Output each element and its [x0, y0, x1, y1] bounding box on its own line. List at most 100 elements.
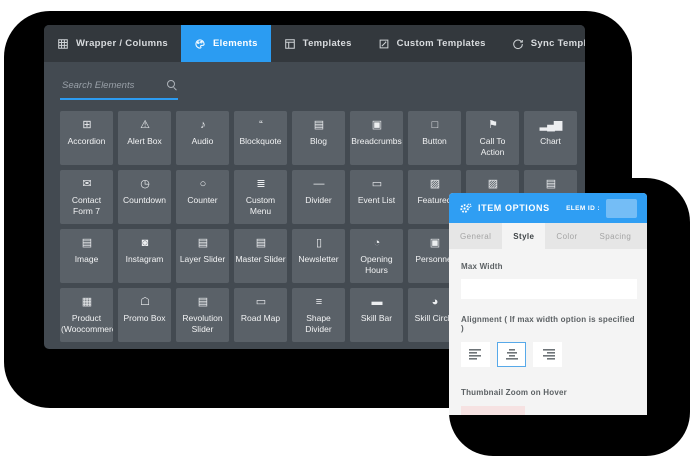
element-tile[interactable]: ✉Contact Form 7	[60, 170, 113, 224]
bookmark-icon: ☖	[140, 295, 149, 309]
stacked-lines-icon: ≡	[316, 295, 321, 309]
element-tile[interactable]: ▤Layer Slider	[176, 229, 229, 283]
search-row	[44, 62, 585, 111]
element-tile-label: Skill Bar	[350, 313, 403, 324]
align-left-icon	[469, 349, 483, 360]
element-tile[interactable]: ▦ Product (Woocommerce)	[60, 288, 113, 342]
align-right-icon	[541, 349, 555, 360]
align-right-button[interactable]	[533, 342, 562, 367]
event-box-icon: ▭	[372, 177, 381, 191]
pie-icon: ◕	[432, 295, 438, 309]
element-tile[interactable]: ▂▄▆Chart	[524, 111, 577, 165]
alignment-label: Alignment ( If max width option is speci…	[461, 315, 635, 333]
element-tile-label: Image	[60, 254, 113, 265]
element-tile-label: Product (Woocommerce)	[60, 313, 113, 335]
element-tile[interactable]: ⊞Accordion	[60, 111, 113, 165]
wrapper-columns-icon	[57, 38, 69, 50]
item-options-panel: ITEM OPTIONS ELEM ID : General Style Col…	[449, 193, 647, 415]
quote-icon: “	[259, 118, 262, 132]
image-diagonal-icon: ▨	[430, 177, 439, 191]
item-options-header: ITEM OPTIONS ELEM ID :	[449, 193, 647, 223]
document-icon: ▯	[316, 236, 321, 250]
element-tile-label: Countdown	[118, 195, 171, 206]
element-tile-label: Revolution Slider	[176, 313, 229, 335]
tab-spacing[interactable]: Spacing	[589, 223, 643, 249]
element-tile-label: Alert Box	[118, 136, 171, 147]
alert-icon: ⚠	[140, 118, 149, 132]
gears-icon	[459, 202, 472, 215]
button-icon: □	[432, 118, 438, 132]
align-left-button[interactable]	[461, 342, 490, 367]
elem-id-input[interactable]	[606, 199, 637, 218]
sync-icon	[512, 38, 524, 50]
cart-icon: ▦	[82, 295, 91, 309]
tab-label: Wrapper / Columns	[76, 38, 168, 49]
custom-templates-icon	[378, 38, 390, 50]
element-tile[interactable]: ▯ Newsletter	[292, 229, 345, 283]
element-tile[interactable]: ⚑ Call To Action	[466, 111, 519, 165]
element-tile-label: Promo Box	[118, 313, 171, 324]
megaphone-icon: ⚑	[488, 118, 497, 132]
element-tile-label: Newsletter	[292, 254, 345, 265]
element-tile-label: Instagram	[118, 254, 171, 265]
tab-elements[interactable]: Elements	[181, 25, 271, 62]
element-tile[interactable]: ☖ Promo Box	[118, 288, 171, 342]
element-tile-label: Opening Hours	[350, 254, 403, 276]
search-input[interactable]	[60, 79, 160, 92]
tab-custom-templates[interactable]: Custom Templates	[365, 25, 499, 62]
element-tile[interactable]: —Divider	[292, 170, 345, 224]
tab-wrapper-columns[interactable]: Wrapper / Columns	[44, 25, 181, 62]
music-note-icon: ♪	[200, 118, 205, 132]
tab-label: Elements	[213, 38, 258, 49]
element-tile[interactable]: ▤ Revolution Slider	[176, 288, 229, 342]
element-tile[interactable]: ▭ Event List	[350, 170, 403, 224]
element-tile[interactable]: ≡ Shape Divider	[292, 288, 345, 342]
item-options-tabs: General Style Color Spacing	[449, 223, 647, 249]
element-tile[interactable]: ▣Breadcrumbs	[350, 111, 403, 165]
element-tile[interactable]: ▤Master Slider	[234, 229, 287, 283]
photo-icon: ▤	[198, 295, 207, 309]
max-width-input[interactable]	[461, 279, 637, 299]
search-icon[interactable]	[167, 80, 178, 91]
element-tile[interactable]: ○Counter	[176, 170, 229, 224]
element-tile[interactable]: ▤Blog	[292, 111, 345, 165]
element-tile[interactable]: ▤Image	[60, 229, 113, 283]
element-tile[interactable]: ▬Skill Bar	[350, 288, 403, 342]
builder-tabbar: Wrapper / Columns Elements Templates Cus…	[44, 25, 585, 62]
element-tile-label: Blockquote	[234, 136, 287, 147]
photo-icon: ▤	[314, 118, 323, 132]
element-tile[interactable]: □ Button	[408, 111, 461, 165]
tab-color[interactable]: Color	[545, 223, 588, 249]
element-tile-label: Event List	[350, 195, 403, 206]
tab-label: Sync Templates	[531, 38, 585, 49]
element-tile[interactable]: ≣Custom Menu	[234, 170, 287, 224]
element-tile[interactable]: ◙ Instagram	[118, 229, 171, 283]
element-tile-label: Road Map	[234, 313, 287, 324]
photo-icon: ▤	[256, 236, 265, 250]
accordion-icon: ⊞	[82, 118, 90, 132]
elem-id-label: ELEM ID :	[566, 205, 600, 212]
align-center-button[interactable]	[497, 342, 526, 367]
element-tile[interactable]: ♪Audio	[176, 111, 229, 165]
max-width-label: Max Width	[461, 262, 635, 271]
element-tile[interactable]: “ Blockquote	[234, 111, 287, 165]
element-tile-label: Call To Action	[466, 136, 519, 158]
element-tile[interactable]: ▭Road Map	[234, 288, 287, 342]
element-tile-label: Button	[408, 136, 461, 147]
search-field[interactable]	[60, 79, 178, 100]
alignment-options	[461, 342, 635, 367]
element-tile-label: Breadcrumbs	[350, 136, 403, 147]
thumbnail-zoom-toggle[interactable]: OFF	[461, 406, 525, 415]
element-tile-label: Shape Divider	[292, 313, 345, 335]
tab-templates[interactable]: Templates	[271, 25, 365, 62]
tab-sync-templates[interactable]: Sync Templates	[499, 25, 585, 62]
countdown-clock-icon: ◷	[140, 177, 149, 191]
element-tile[interactable]: ⚠ Alert Box	[118, 111, 171, 165]
instagram-icon: ◙	[142, 236, 148, 250]
tab-style[interactable]: Style	[502, 223, 545, 249]
element-tile[interactable]: ◔Opening Hours	[350, 229, 403, 283]
image-diagonal-icon: ▨	[488, 177, 497, 191]
tab-general[interactable]: General	[449, 223, 502, 249]
item-options-title: ITEM OPTIONS	[478, 203, 550, 213]
element-tile[interactable]: ◷ Countdown	[118, 170, 171, 224]
